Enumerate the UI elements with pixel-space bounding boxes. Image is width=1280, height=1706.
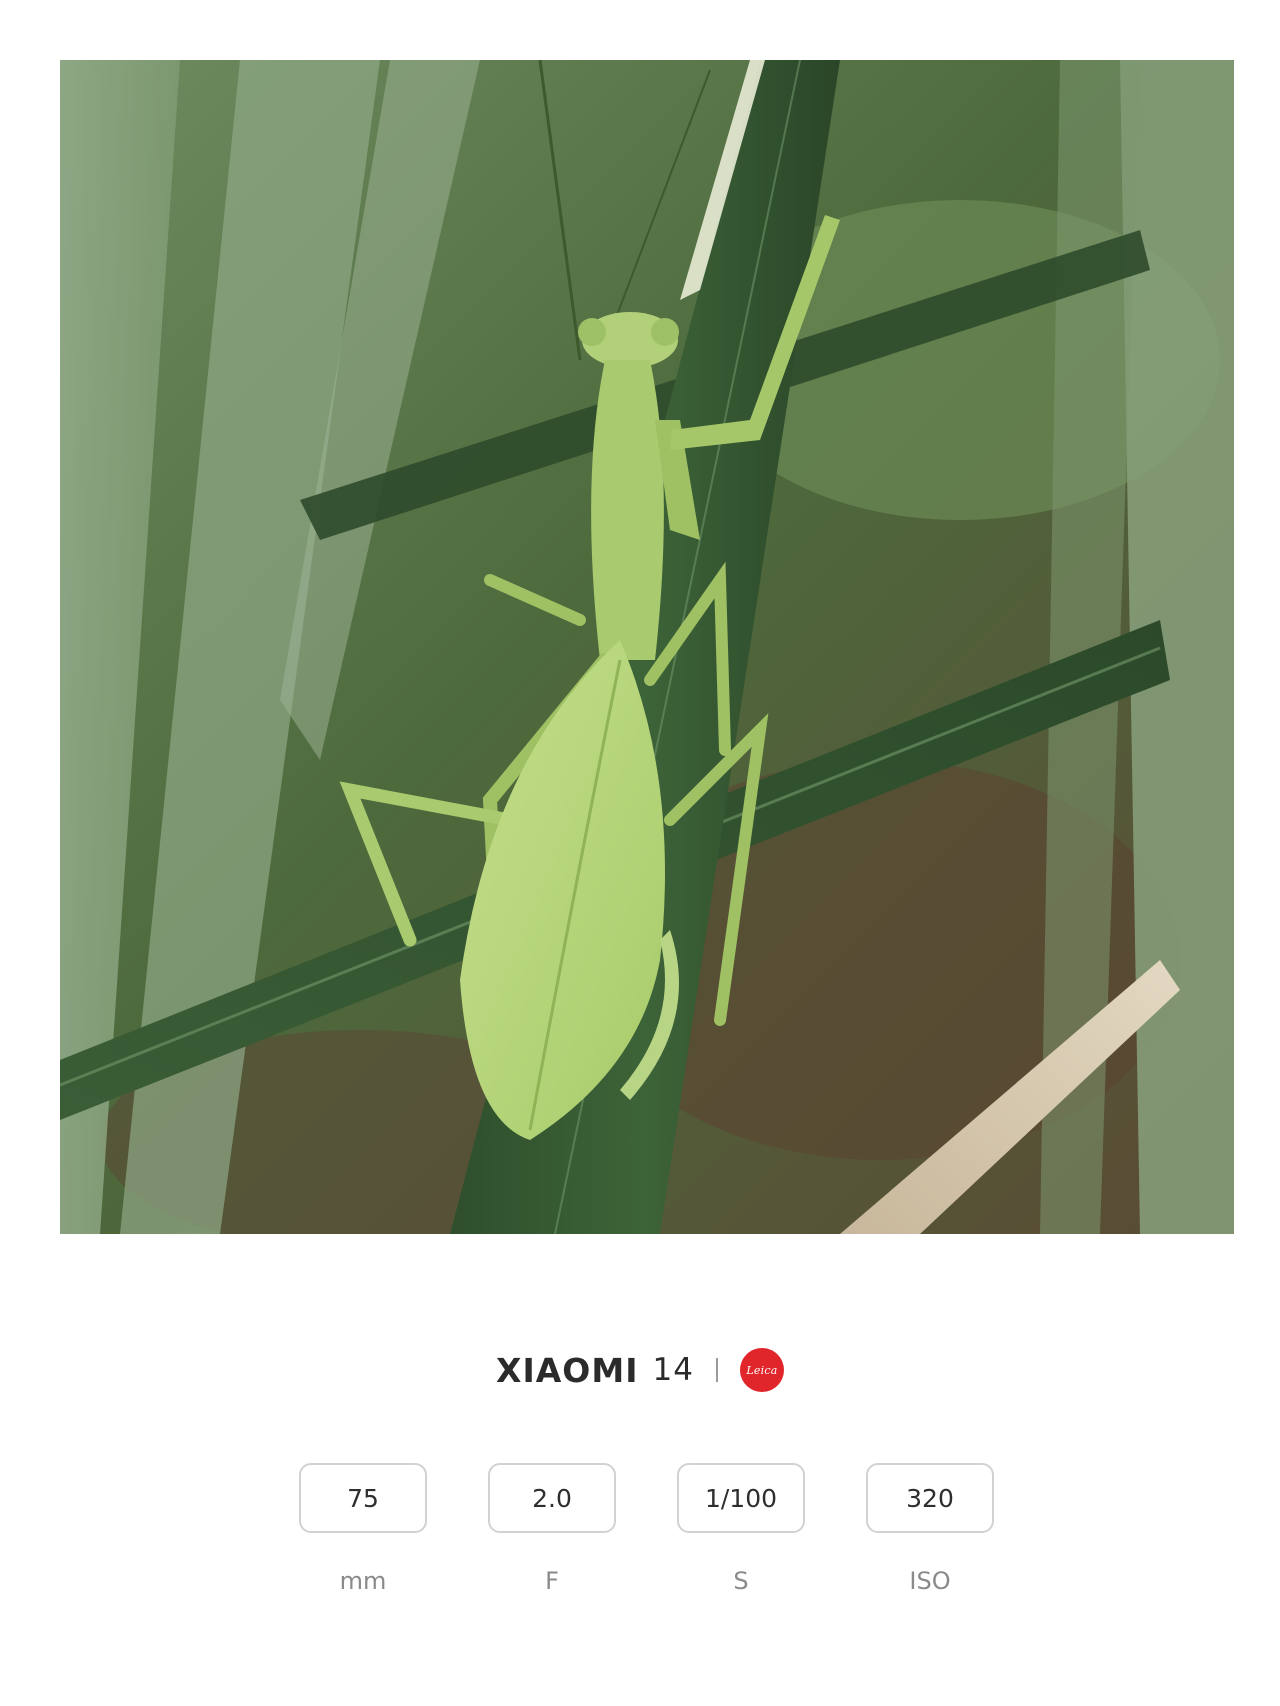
exif-row: 75 mm 2.0 F 1/100 S 320 ISO [299, 1463, 994, 1595]
leica-logo-icon: Leica [739, 1348, 784, 1392]
mantis-photo [60, 60, 1234, 1234]
brand-name: XIAOMI [496, 1350, 639, 1390]
brand-model: 14 [652, 1352, 694, 1388]
leica-logo-text: Leica [746, 1363, 778, 1377]
exif-label: ISO [909, 1567, 951, 1595]
exif-value: 1/100 [677, 1463, 805, 1533]
exif-focal-length: 75 mm [299, 1463, 427, 1595]
exif-aperture: 2.0 F [488, 1463, 616, 1595]
exif-label: S [733, 1567, 749, 1595]
exif-label: F [545, 1567, 559, 1595]
photo-illustration [60, 60, 1234, 1234]
exif-iso: 320 ISO [866, 1463, 994, 1595]
camera-brand-row: XIAOMI 14 Leica [0, 1340, 1280, 1400]
brand-divider [715, 1358, 718, 1382]
exif-value: 320 [866, 1463, 994, 1533]
exif-label: mm [339, 1567, 387, 1595]
exif-value: 75 [299, 1463, 427, 1533]
exif-shutter-speed: 1/100 S [677, 1463, 805, 1595]
exif-value: 2.0 [488, 1463, 616, 1533]
